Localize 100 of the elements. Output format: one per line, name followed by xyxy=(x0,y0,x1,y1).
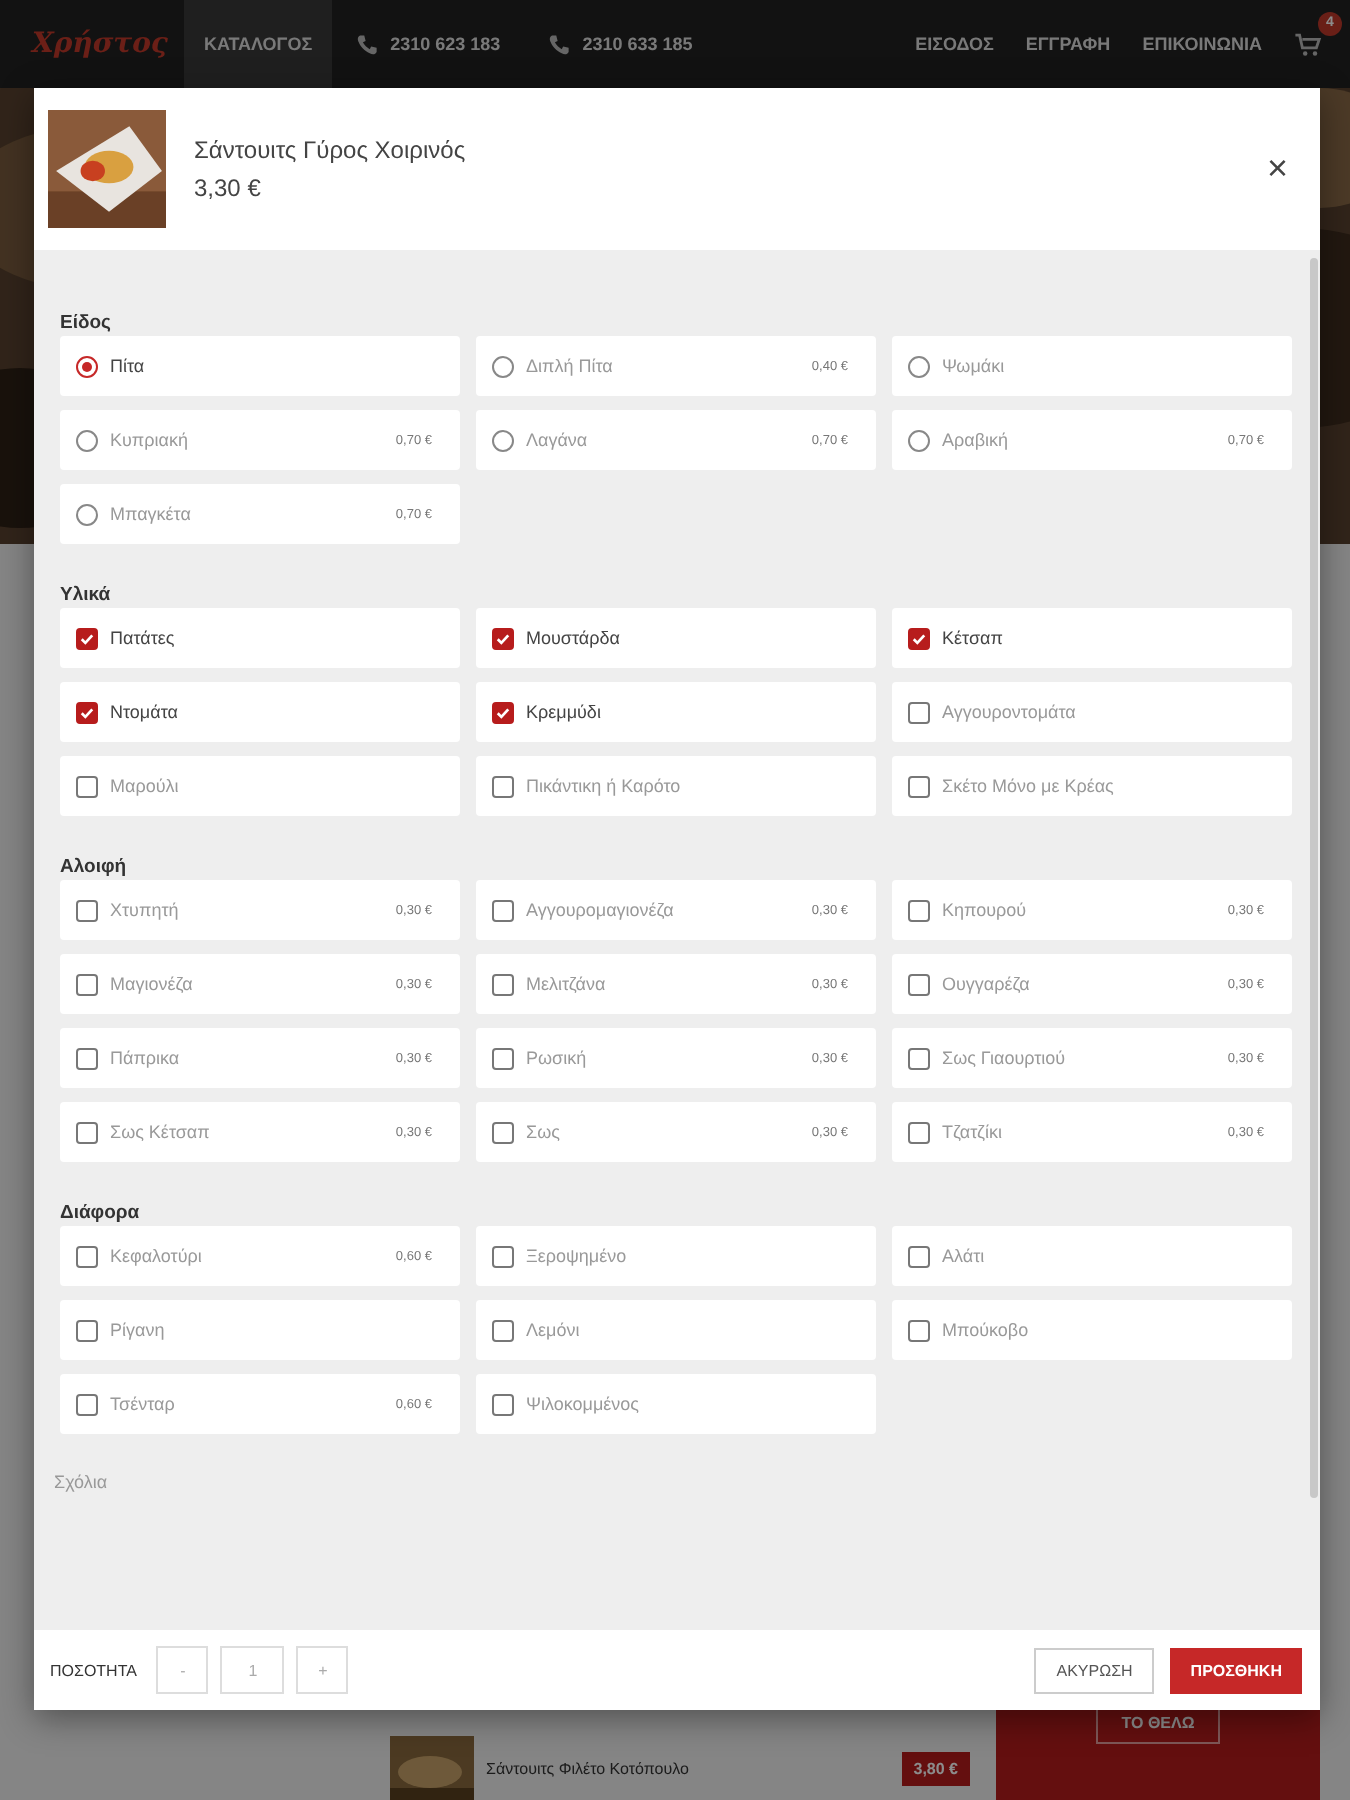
option-label: Ψιλοκομμένος xyxy=(526,1394,642,1414)
option-label: Αραβική xyxy=(942,430,1011,450)
nav-tab[interactable]: ΚΑΤΑΛΟΓΟΣ xyxy=(183,0,333,88)
option-label: Τσένταρ xyxy=(110,1394,177,1414)
option-label: Πίτα xyxy=(110,356,147,376)
checkbox-option[interactable]: Πατάτες xyxy=(60,608,460,668)
section-title: Διάφορα xyxy=(60,1200,142,1226)
add-button[interactable]: ΠΡΟΣΘΗΚΗ xyxy=(1170,1647,1302,1693)
checkbox-option[interactable]: Ψιλοκομμένος xyxy=(476,1374,876,1434)
checkbox[interactable] xyxy=(76,1047,98,1069)
phone-icon xyxy=(356,33,379,55)
option-label: Μπούκοβο xyxy=(942,1320,1031,1340)
checkbox-option[interactable]: Ρίγανη xyxy=(60,1300,460,1360)
option-label: Ξεροψημένο xyxy=(526,1246,629,1266)
quantity-field[interactable]: 1 xyxy=(220,1646,285,1694)
checkbox[interactable] xyxy=(76,973,98,995)
option-label: Σκέτο Μόνο με Κρέας xyxy=(942,776,1116,796)
option-label: Ντομάτα xyxy=(110,702,180,722)
checkbox-option[interactable]: Μουστάρδα xyxy=(476,608,876,668)
checkbox[interactable] xyxy=(76,1393,98,1415)
product-price: 3,30 € xyxy=(194,174,261,202)
checkbox-option[interactable]: Αλάτι xyxy=(892,1226,1292,1286)
checkbox[interactable] xyxy=(492,1319,514,1341)
option-label: Χτυπητή xyxy=(110,900,181,920)
option-label: Μελιτζάνα xyxy=(526,974,608,994)
checkbox-option[interactable]: Αγγουροντομάτα xyxy=(892,682,1292,742)
option-label: Μαρούλι xyxy=(110,776,181,796)
checkbox[interactable] xyxy=(908,701,930,723)
checkbox[interactable] xyxy=(492,701,514,723)
radio-option[interactable]: Ψωμάκι xyxy=(892,336,1292,396)
option-label: Κηπουρού xyxy=(942,900,1029,920)
option-label: Ρίγανη xyxy=(110,1320,167,1340)
option-label: Σως Κέτσαπ xyxy=(110,1122,212,1142)
checkbox[interactable] xyxy=(76,1245,98,1267)
checkbox[interactable] xyxy=(908,1319,930,1341)
checkbox[interactable] xyxy=(76,1319,98,1341)
option-label: Λεμόνι xyxy=(526,1320,582,1340)
option-label: Κρεμμύδι xyxy=(526,702,603,722)
checkbox[interactable] xyxy=(908,973,930,995)
radio-option[interactable]: Πίτα xyxy=(60,336,460,396)
checkbox[interactable] xyxy=(492,1393,514,1415)
checkbox[interactable] xyxy=(908,627,930,649)
checkbox[interactable] xyxy=(492,1121,514,1143)
option-label: Μαγιονέζα xyxy=(110,974,195,994)
checkbox-option[interactable]: Λεμόνι xyxy=(476,1300,876,1360)
phone-link[interactable]: 2310 623 183 xyxy=(332,33,525,55)
checkbox[interactable] xyxy=(76,627,98,649)
checkbox[interactable] xyxy=(492,775,514,797)
cart-icon[interactable] xyxy=(1294,31,1322,57)
checkbox[interactable] xyxy=(908,899,930,921)
radio-button[interactable] xyxy=(492,355,514,377)
checkbox-option[interactable]: Μπούκοβο xyxy=(892,1300,1292,1360)
cancel-button[interactable]: ΑΚΥΡΩΣΗ xyxy=(1034,1647,1155,1693)
radio-button[interactable] xyxy=(76,503,98,525)
checkbox-option[interactable]: Κέτσαπ xyxy=(892,608,1292,668)
checkbox[interactable] xyxy=(76,899,98,921)
option-label: Κυπριακή xyxy=(110,430,190,450)
radio-button[interactable] xyxy=(492,429,514,451)
comments-label: Σχόλια xyxy=(54,1472,110,1492)
option-label: Πικάντικη ή Καρότο xyxy=(526,776,683,796)
radio-button[interactable] xyxy=(908,355,930,377)
checkbox[interactable] xyxy=(908,1047,930,1069)
price-tag: 3,80 € xyxy=(901,1751,970,1785)
checkbox[interactable] xyxy=(908,775,930,797)
checkbox-option[interactable]: Σκέτο Μόνο με Κρέας xyxy=(892,756,1292,816)
phone-link[interactable]: 2310 633 185 xyxy=(524,33,717,55)
checkbox-option[interactable]: Ξεροψημένο xyxy=(476,1226,876,1286)
nav-link[interactable]: ΕΓΓΡΑΦΗ xyxy=(1009,34,1127,54)
checkbox[interactable] xyxy=(76,1121,98,1143)
checkbox[interactable] xyxy=(908,1121,930,1143)
close-button[interactable]: × xyxy=(1258,148,1296,190)
radio-button[interactable] xyxy=(76,355,98,377)
checkbox-option[interactable]: Πικάντικη ή Καρότο xyxy=(476,756,876,816)
checkbox[interactable] xyxy=(492,627,514,649)
option-label: Διπλή Πίτα xyxy=(526,356,615,376)
checkbox-option[interactable]: Κρεμμύδι xyxy=(476,682,876,742)
option-label: Πάπρικα xyxy=(110,1048,182,1068)
checkbox-option[interactable]: Ντομάτα xyxy=(60,682,460,742)
checkbox[interactable] xyxy=(492,899,514,921)
option-label: Σως xyxy=(526,1122,562,1142)
product-title: Σάντουιτς Γύρος Χοιρινός xyxy=(194,136,466,164)
checkbox[interactable] xyxy=(908,1245,930,1267)
radio-button[interactable] xyxy=(76,429,98,451)
option-label: Αγγουροντομάτα xyxy=(942,702,1078,722)
scrollbar[interactable] xyxy=(1310,258,1318,1498)
option-label: Ουγγαρέζα xyxy=(942,974,1032,994)
option-label: Μπαγκέτα xyxy=(110,504,193,524)
checkbox[interactable] xyxy=(76,701,98,723)
nav-link[interactable]: ΕΠΙΚΟΙΝΩΝΙΑ xyxy=(1126,34,1278,54)
nav-link[interactable]: ΕΙΣΟΔΟΣ xyxy=(899,34,1010,54)
radio-button[interactable] xyxy=(908,429,930,451)
checkbox[interactable] xyxy=(492,1047,514,1069)
checkbox-option[interactable]: Μαρούλι xyxy=(60,756,460,816)
option-label: Σως Γιαουρτιού xyxy=(942,1048,1068,1068)
checkbox[interactable] xyxy=(492,973,514,995)
checkbox[interactable] xyxy=(76,775,98,797)
product-name: Σάντουιτς Φιλέτο Κοτόπουλο xyxy=(486,1759,691,1777)
checkbox[interactable] xyxy=(492,1245,514,1267)
decrease-button[interactable]: - xyxy=(156,1646,209,1694)
section-title: Υλικά xyxy=(60,582,113,608)
